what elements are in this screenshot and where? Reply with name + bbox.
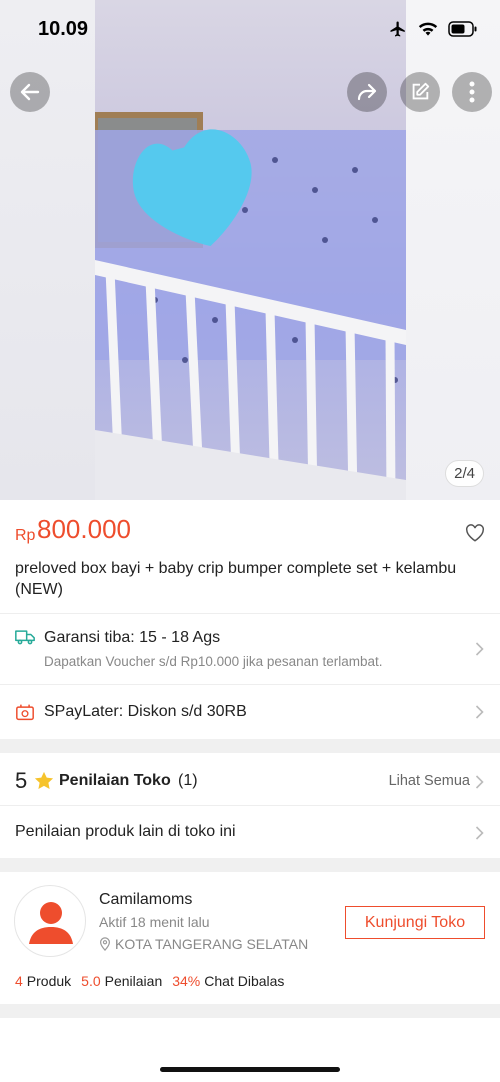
rating-value: 5 [15,768,28,793]
airplane-icon [390,21,405,37]
shop-location: KOTA TANGERANG SELATAN [99,936,308,952]
gallery-background-left [0,0,95,500]
section-divider [0,739,500,753]
rating-count: (1) [178,772,198,789]
location-pin-icon [100,937,110,951]
chevron-right-icon [475,705,484,719]
visit-shop-button[interactable]: Kunjungi Toko [345,906,485,939]
heart-icon[interactable] [465,524,485,542]
shop-name[interactable]: Camilamoms [99,891,192,909]
product-title: preloved box bayi + baby crip bumper com… [15,560,457,598]
stat-products: 4 Produk [15,973,72,989]
product-image-gallery[interactable]: 2/4 [0,0,500,500]
other-product-reviews-label: Penilaian produk lain di toko ini [15,823,236,840]
image-counter: 2/4 [445,460,484,487]
chevron-right-icon [475,642,484,656]
status-time: 10.09 [38,18,89,40]
rating-label: Penilaian Toko [59,772,171,789]
stat-rating: 5.0 Penilaian [81,973,163,989]
share-button[interactable] [347,72,387,112]
more-button[interactable] [452,72,492,112]
paylater-title: SPayLater: Diskon s/d 30RB [44,703,247,720]
other-product-reviews-row[interactable]: Penilaian produk lain di toko ini [0,805,500,858]
back-button[interactable] [10,72,50,112]
status-bar: 10.09 [0,0,500,60]
edit-icon [412,82,430,100]
shop-avatar[interactable] [14,885,86,957]
price-currency: Rp [15,527,36,544]
home-indicator[interactable] [160,1067,340,1072]
truck-icon [15,630,35,645]
section-divider [0,858,500,872]
star-icon [34,771,54,790]
section-divider [0,1004,500,1018]
shipping-title: Garansi tiba: 15 - 18 Ags [44,629,221,646]
status-icons [388,20,478,38]
arrow-left-icon [20,83,40,101]
shop-rating-row[interactable]: 5 Penilaian Toko (1) Lihat Semua [0,753,500,805]
shop-active-status: Aktif 18 menit lalu [99,914,210,930]
shipping-row[interactable]: Garansi tiba: 15 - 18 Ags Dapatkan Vouch… [0,613,500,684]
share-icon [357,83,377,101]
see-all-link[interactable]: Lihat Semua [389,773,470,789]
paylater-icon [16,704,34,721]
edit-button[interactable] [400,72,440,112]
paylater-row[interactable]: SPayLater: Diskon s/d 30RB [0,684,500,739]
price-value: 800.000 [37,514,131,544]
chevron-right-icon [475,775,484,789]
stat-chat: 34% Chat Dibalas [172,973,285,989]
shipping-subtitle: Dapatkan Voucher s/d Rp10.000 jika pesan… [44,654,383,669]
battery-icon [448,21,477,37]
wifi-icon [418,22,438,36]
more-vertical-icon [469,81,475,103]
shop-location-text: KOTA TANGERANG SELATAN [115,936,309,952]
price-row: Rp 800.000 [15,512,485,552]
shop-stats: 4 Produk 5.0 Penilaian 34% Chat Dibalas [15,973,284,989]
chevron-right-icon [475,826,484,840]
user-avatar-icon [29,902,73,944]
